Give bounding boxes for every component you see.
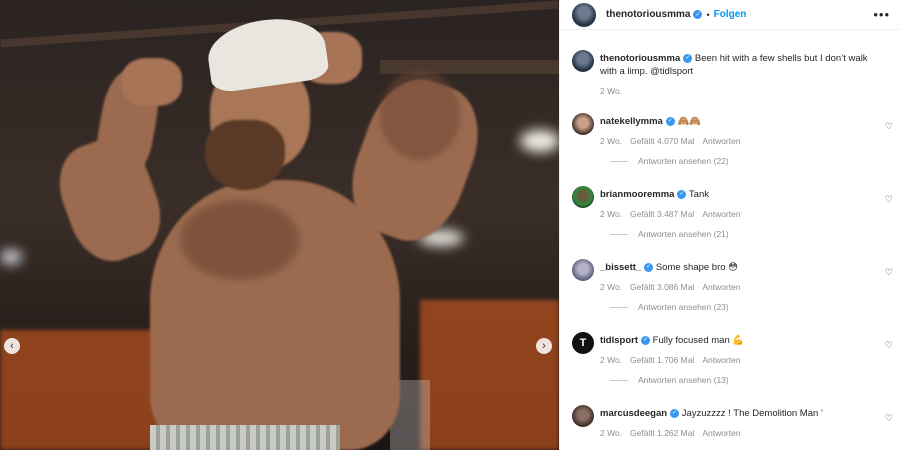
previous-image-button[interactable]: ‹ [4,338,20,354]
verified-badge-icon: ✓ [670,408,680,418]
verified-badge-icon: ✓ [665,116,675,126]
divider-line [610,160,628,162]
left-fist [122,58,182,106]
commenter-avatar[interactable] [572,186,594,208]
author-avatar[interactable] [572,50,594,72]
comment-timestamp[interactable]: 2 Wo. [600,136,622,146]
view-replies-button[interactable]: Antworten ansehen (23) [600,302,873,312]
comment-likes[interactable]: Gefällt 4.070 Mal [630,136,694,146]
view-replies-label: Antworten ansehen (21) [638,229,729,239]
caption-timestamp: 2 Wo. [600,86,623,96]
comment-item: _bissett_ ✓ Some shape bro 😳 2 Wo. Gefäll… [560,253,900,326]
comment-timestamp[interactable]: 2 Wo. [600,355,622,365]
commenter-avatar[interactable] [572,259,594,281]
comment-username[interactable]: marcusdeegan [600,408,667,419]
verified-badge-icon: ✓ [693,10,703,19]
chevron-right-icon: › [542,339,546,352]
comment-text: 🙈🙈 [677,116,702,127]
heart-icon[interactable]: ♡ [885,340,893,351]
ceiling-light [0,250,22,264]
comment-likes[interactable]: Gefällt 3.086 Mal [630,282,694,292]
gym-equipment [0,330,175,450]
reply-button[interactable]: Antworten [702,428,740,438]
comment-username[interactable]: natekellymma [600,116,663,127]
commenter-avatar[interactable]: T [572,332,594,354]
ceiling-light [520,130,559,152]
divider-line [610,233,628,235]
comment-timestamp[interactable]: 2 Wo. [600,209,622,219]
comment-likes[interactable]: Gefällt 1.262 Mal [630,428,694,438]
comment-item: marcusdeegan ✓ Jayzuzzzz ! The Demolition… [560,399,900,449]
reply-button[interactable]: Antworten [702,282,740,292]
commenter-avatar[interactable] [572,113,594,135]
tidl-logo-icon: T [579,337,587,349]
chest-tattoo [180,200,300,280]
comment-likes[interactable]: Gefällt 3.487 Mal [630,209,694,219]
verified-badge-icon: ✓ [683,53,693,63]
reply-button[interactable]: Antworten [702,355,740,365]
comment-likes[interactable]: Gefällt 1.706 Mal [630,355,694,365]
author-avatar[interactable] [572,2,596,27]
comment-item: natekellymma ✓ 🙈🙈 2 Wo. Gefällt 4.070 Mal… [560,107,900,180]
comment-text: Tank [688,189,709,200]
author-username[interactable]: thenotoriousmma [606,9,690,20]
verified-badge-icon: ✓ [644,262,654,272]
comment-item: T tidlsport ✓ Fully focused man 💪 2 Wo. G… [560,326,900,399]
comments-list: thenotoriousmma ✓ Been hit with a few she… [560,44,900,449]
post-panel: thenotoriousmma ✓ • Folgen ••• thenotori… [559,0,900,450]
view-replies-label: Antworten ansehen (22) [638,156,729,166]
post-image[interactable]: ‹ › [0,0,559,450]
verified-badge-icon: ✓ [677,189,687,199]
comment-item: brianmooremma ✓ Tank 2 Wo. Gefällt 3.487 … [560,180,900,253]
next-image-button[interactable]: › [536,338,552,354]
follow-button[interactable]: Folgen [714,9,747,20]
chevron-left-icon: ‹ [10,339,14,352]
beard [205,120,285,190]
view-replies-label: Antworten ansehen (13) [638,375,729,385]
caption-username[interactable]: thenotoriousmma [600,53,680,64]
comment-timestamp[interactable]: 2 Wo. [600,282,622,292]
heart-icon[interactable]: ♡ [885,267,893,278]
comment-username[interactable]: tidlsport [600,335,638,346]
commenter-avatar[interactable] [572,405,594,427]
separator-dot: • [706,9,710,20]
comment-username[interactable]: brianmooremma [600,189,674,200]
heart-icon[interactable]: ♡ [885,413,893,424]
divider-line [610,306,628,308]
view-replies-button[interactable]: Antworten ansehen (13) [600,375,873,385]
verified-badge-icon: ✓ [641,335,650,345]
comment-text: Some shape bro 😳 [655,262,739,273]
reply-button[interactable]: Antworten [702,136,740,146]
comment-username[interactable]: _bissett_ [600,262,641,273]
heart-icon[interactable]: ♡ [885,194,893,205]
comment-timestamp[interactable]: 2 Wo. [600,428,622,438]
divider-line [610,379,628,381]
post-header: thenotoriousmma ✓ • Folgen ••• [560,0,900,30]
shorts [150,425,340,450]
view-replies-button[interactable]: Antworten ansehen (22) [600,156,873,166]
view-replies-button[interactable]: Antworten ansehen (21) [600,229,873,239]
reply-button[interactable]: Antworten [702,209,740,219]
more-options-icon[interactable]: ••• [873,7,890,22]
comment-text: Fully focused man 💪 [652,335,745,346]
view-replies-label: Antworten ansehen (23) [638,302,729,312]
post-caption: thenotoriousmma ✓ Been hit with a few she… [560,44,900,104]
comment-text: Jayzuzzzz ! The Demolition Man ’ [681,408,824,419]
arm-tattoo [380,70,460,160]
heart-icon[interactable]: ♡ [885,121,893,132]
gym-equipment [420,300,559,450]
